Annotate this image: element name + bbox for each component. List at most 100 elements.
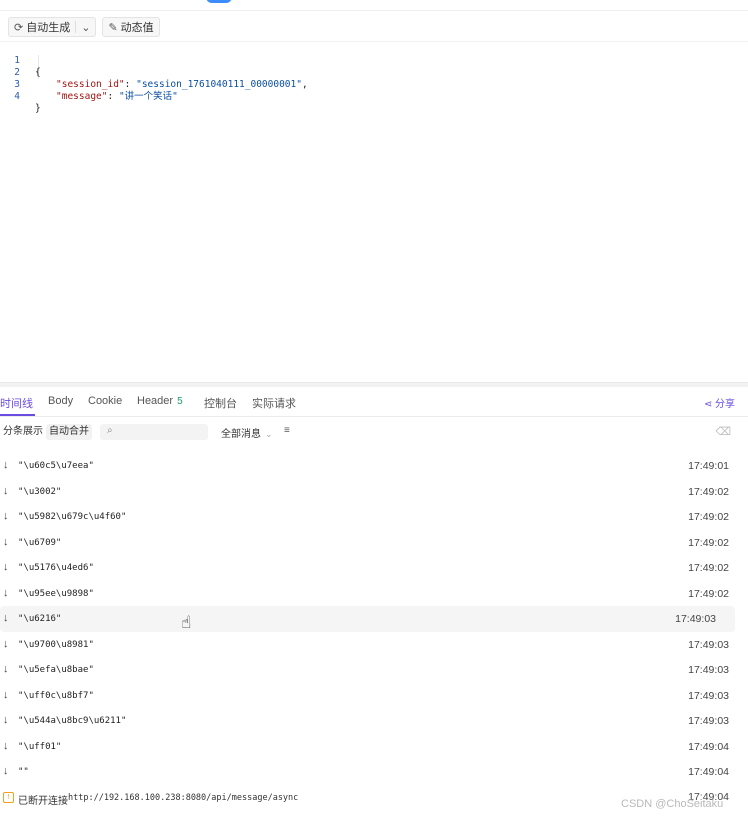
share-button[interactable]: ⋖ 分享: [704, 395, 735, 410]
message-row[interactable]: ↓ "\u95ee\u9898" 17:49:02: [0, 581, 748, 607]
line-number: 4: [14, 91, 20, 102]
arrow-down-icon: ↓: [3, 561, 9, 573]
clear-icon[interactable]: ⌫: [715, 425, 731, 438]
message-time: 17:49:04: [688, 740, 729, 753]
hand-cursor-icon: ☝: [181, 613, 192, 632]
arrow-down-icon: ↓: [3, 586, 9, 599]
message-time: 17:49:04: [688, 766, 729, 778]
message-time: 17:49:03: [688, 638, 729, 651]
search-icon: ⌕: [107, 425, 113, 436]
tab-timeline[interactable]: 时间线: [0, 395, 33, 411]
message-time: 17:49:02: [688, 536, 729, 549]
message-row[interactable]: ↓ "\u3002" 17:49:02: [0, 479, 748, 505]
split-display-toggle[interactable]: 分条展示: [0, 424, 46, 440]
header-count-badge: 5: [177, 396, 183, 407]
active-tab-underline: [0, 414, 35, 416]
disconnected-icon: !: [3, 792, 14, 803]
tab-cookie[interactable]: Cookie: [88, 395, 122, 407]
message-text: "\u95ee\u9898": [18, 588, 94, 599]
chevron-down-icon[interactable]: ⌄: [81, 21, 90, 34]
message-row[interactable]: ↓ "\u9700\u8981" 17:49:03: [0, 632, 748, 658]
editor-line[interactable]: 4 }: [0, 79, 748, 114]
arrow-down-icon: ↓: [3, 459, 9, 471]
dynamic-value-label: 动态值: [120, 22, 154, 34]
message-time: 17:49:02: [688, 562, 729, 574]
auto-generate-label: 自动生成: [26, 22, 71, 34]
dynamic-value-button[interactable]: ✎ 动态值: [102, 17, 160, 37]
auto-merge-toggle[interactable]: 自动合并: [46, 424, 92, 440]
json-colon: :: [107, 91, 119, 102]
arrow-down-icon: ↓: [3, 765, 9, 777]
message-text: "\u5efa\u8bae": [18, 665, 94, 675]
message-time: 17:49:02: [688, 511, 729, 523]
message-text: "\u9700\u8981": [18, 639, 94, 650]
active-method-pill[interactable]: [206, 0, 232, 3]
code-text: }: [35, 103, 41, 114]
toolbar-divider: [0, 41, 748, 42]
watermark: CSDN @ChoSeitaku: [621, 798, 724, 810]
tab-header[interactable]: Header 5: [137, 395, 183, 407]
message-filter-select[interactable]: 全部消息 ⌄: [221, 425, 273, 440]
arrow-down-icon: ↓: [3, 535, 9, 548]
message-list: ↓ "\u60c5\u7eea" 17:49:01 ↓ "\u3002" 17:49:02…: [0, 453, 748, 785]
arrow-down-icon: ↓: [3, 510, 9, 522]
arrow-down-icon: ↓: [3, 637, 9, 650]
message-time: 17:49:02: [688, 485, 729, 498]
search-input[interactable]: ⌕: [100, 424, 208, 440]
message-time: 17:49:02: [688, 587, 729, 600]
message-row[interactable]: ↓ "" 17:49:04: [0, 759, 748, 785]
tab-header-label: Header: [137, 395, 174, 407]
arrow-down-icon: ↓: [3, 484, 9, 497]
message-row[interactable]: ↓ "\u5efa\u8bae" 17:49:03: [0, 657, 748, 683]
message-row[interactable]: ↓ "\u6216" 17:49:03: [0, 606, 735, 632]
top-strip: [0, 0, 748, 11]
message-text: "\u60c5\u7eea": [18, 461, 94, 471]
tab-console[interactable]: 控制台: [204, 395, 237, 411]
arrow-down-icon: ↓: [3, 663, 9, 675]
connection-url: http://192.168.100.238:8080/api/message/…: [68, 793, 299, 803]
magic-wand-icon: ✎: [108, 21, 118, 34]
message-text: "\u3002": [18, 486, 62, 497]
share-icon: ⋖: [703, 399, 715, 410]
refresh-icon: ⟳: [14, 21, 24, 34]
json-body-editor[interactable]: 1 { 2 "session_id": "session_1761040111_…: [0, 43, 748, 114]
message-time: 17:49:03: [675, 613, 716, 625]
message-row[interactable]: ↓ "\u60c5\u7eea" 17:49:01: [0, 453, 748, 479]
arrow-down-icon: ↓: [3, 714, 9, 726]
tab-actual-request[interactable]: 实际请求: [252, 395, 296, 411]
code-text: "message": "讲一个笑话": [56, 91, 178, 103]
message-time: 17:49:03: [688, 689, 729, 702]
message-row[interactable]: ↓ "\u6709" 17:49:02: [0, 530, 748, 556]
message-filter-label: 全部消息: [221, 429, 261, 440]
message-time: 17:49:03: [688, 715, 729, 727]
message-text: "\uff0c\u8bf7": [18, 690, 94, 701]
message-text: "\u6216": [18, 614, 62, 624]
panel-splitter[interactable]: [0, 382, 748, 387]
message-row[interactable]: ↓ "\uff0c\u8bf7" 17:49:03: [0, 683, 748, 709]
message-text: "\u5982\u679c\u4f60": [18, 512, 127, 522]
message-row[interactable]: ↓ "\u544a\u8bc9\u6211" 17:49:03: [0, 708, 748, 734]
tab-body[interactable]: Body: [48, 395, 73, 407]
message-row[interactable]: ↓ "\u5176\u4ed6" 17:49:02: [0, 555, 748, 581]
editor-line[interactable]: 2 "session_id": "session_1761040111_0000…: [0, 55, 748, 90]
arrow-down-icon: ↓: [3, 739, 9, 752]
editor-line[interactable]: 3 "message": "讲一个笑话": [0, 67, 748, 102]
json-value: "讲一个笑话": [118, 91, 178, 102]
response-tabs: 时间线 Body Cookie Header 5 控制台 实际请求 ⋖ 分享: [0, 388, 748, 417]
message-text: "": [18, 767, 29, 777]
json-key: "message": [56, 91, 108, 102]
filter-bar: 分条展示 自动合并 ⌕ 全部消息 ⌄ ≡ ⌫: [0, 424, 748, 442]
editor-line[interactable]: 1 {: [0, 43, 748, 78]
sort-icon[interactable]: ≡: [284, 425, 290, 436]
message-text: "\u6709": [18, 537, 62, 548]
message-row[interactable]: ↓ "\u5982\u679c\u4f60" 17:49:02: [0, 504, 748, 530]
message-text: "\u544a\u8bc9\u6211": [18, 716, 127, 726]
arrow-down-icon: ↓: [3, 612, 9, 624]
message-time: 17:49:01: [688, 460, 729, 472]
button-separator: [75, 21, 77, 33]
connection-status: 已断开连接: [18, 796, 68, 807]
body-toolbar: ⟳ 自动生成 ⌄ ✎ 动态值: [8, 17, 160, 37]
message-row[interactable]: ↓ "\uff01" 17:49:04: [0, 734, 748, 760]
chevron-down-icon: ⌄: [265, 429, 273, 439]
auto-generate-button[interactable]: ⟳ 自动生成 ⌄: [8, 17, 97, 37]
